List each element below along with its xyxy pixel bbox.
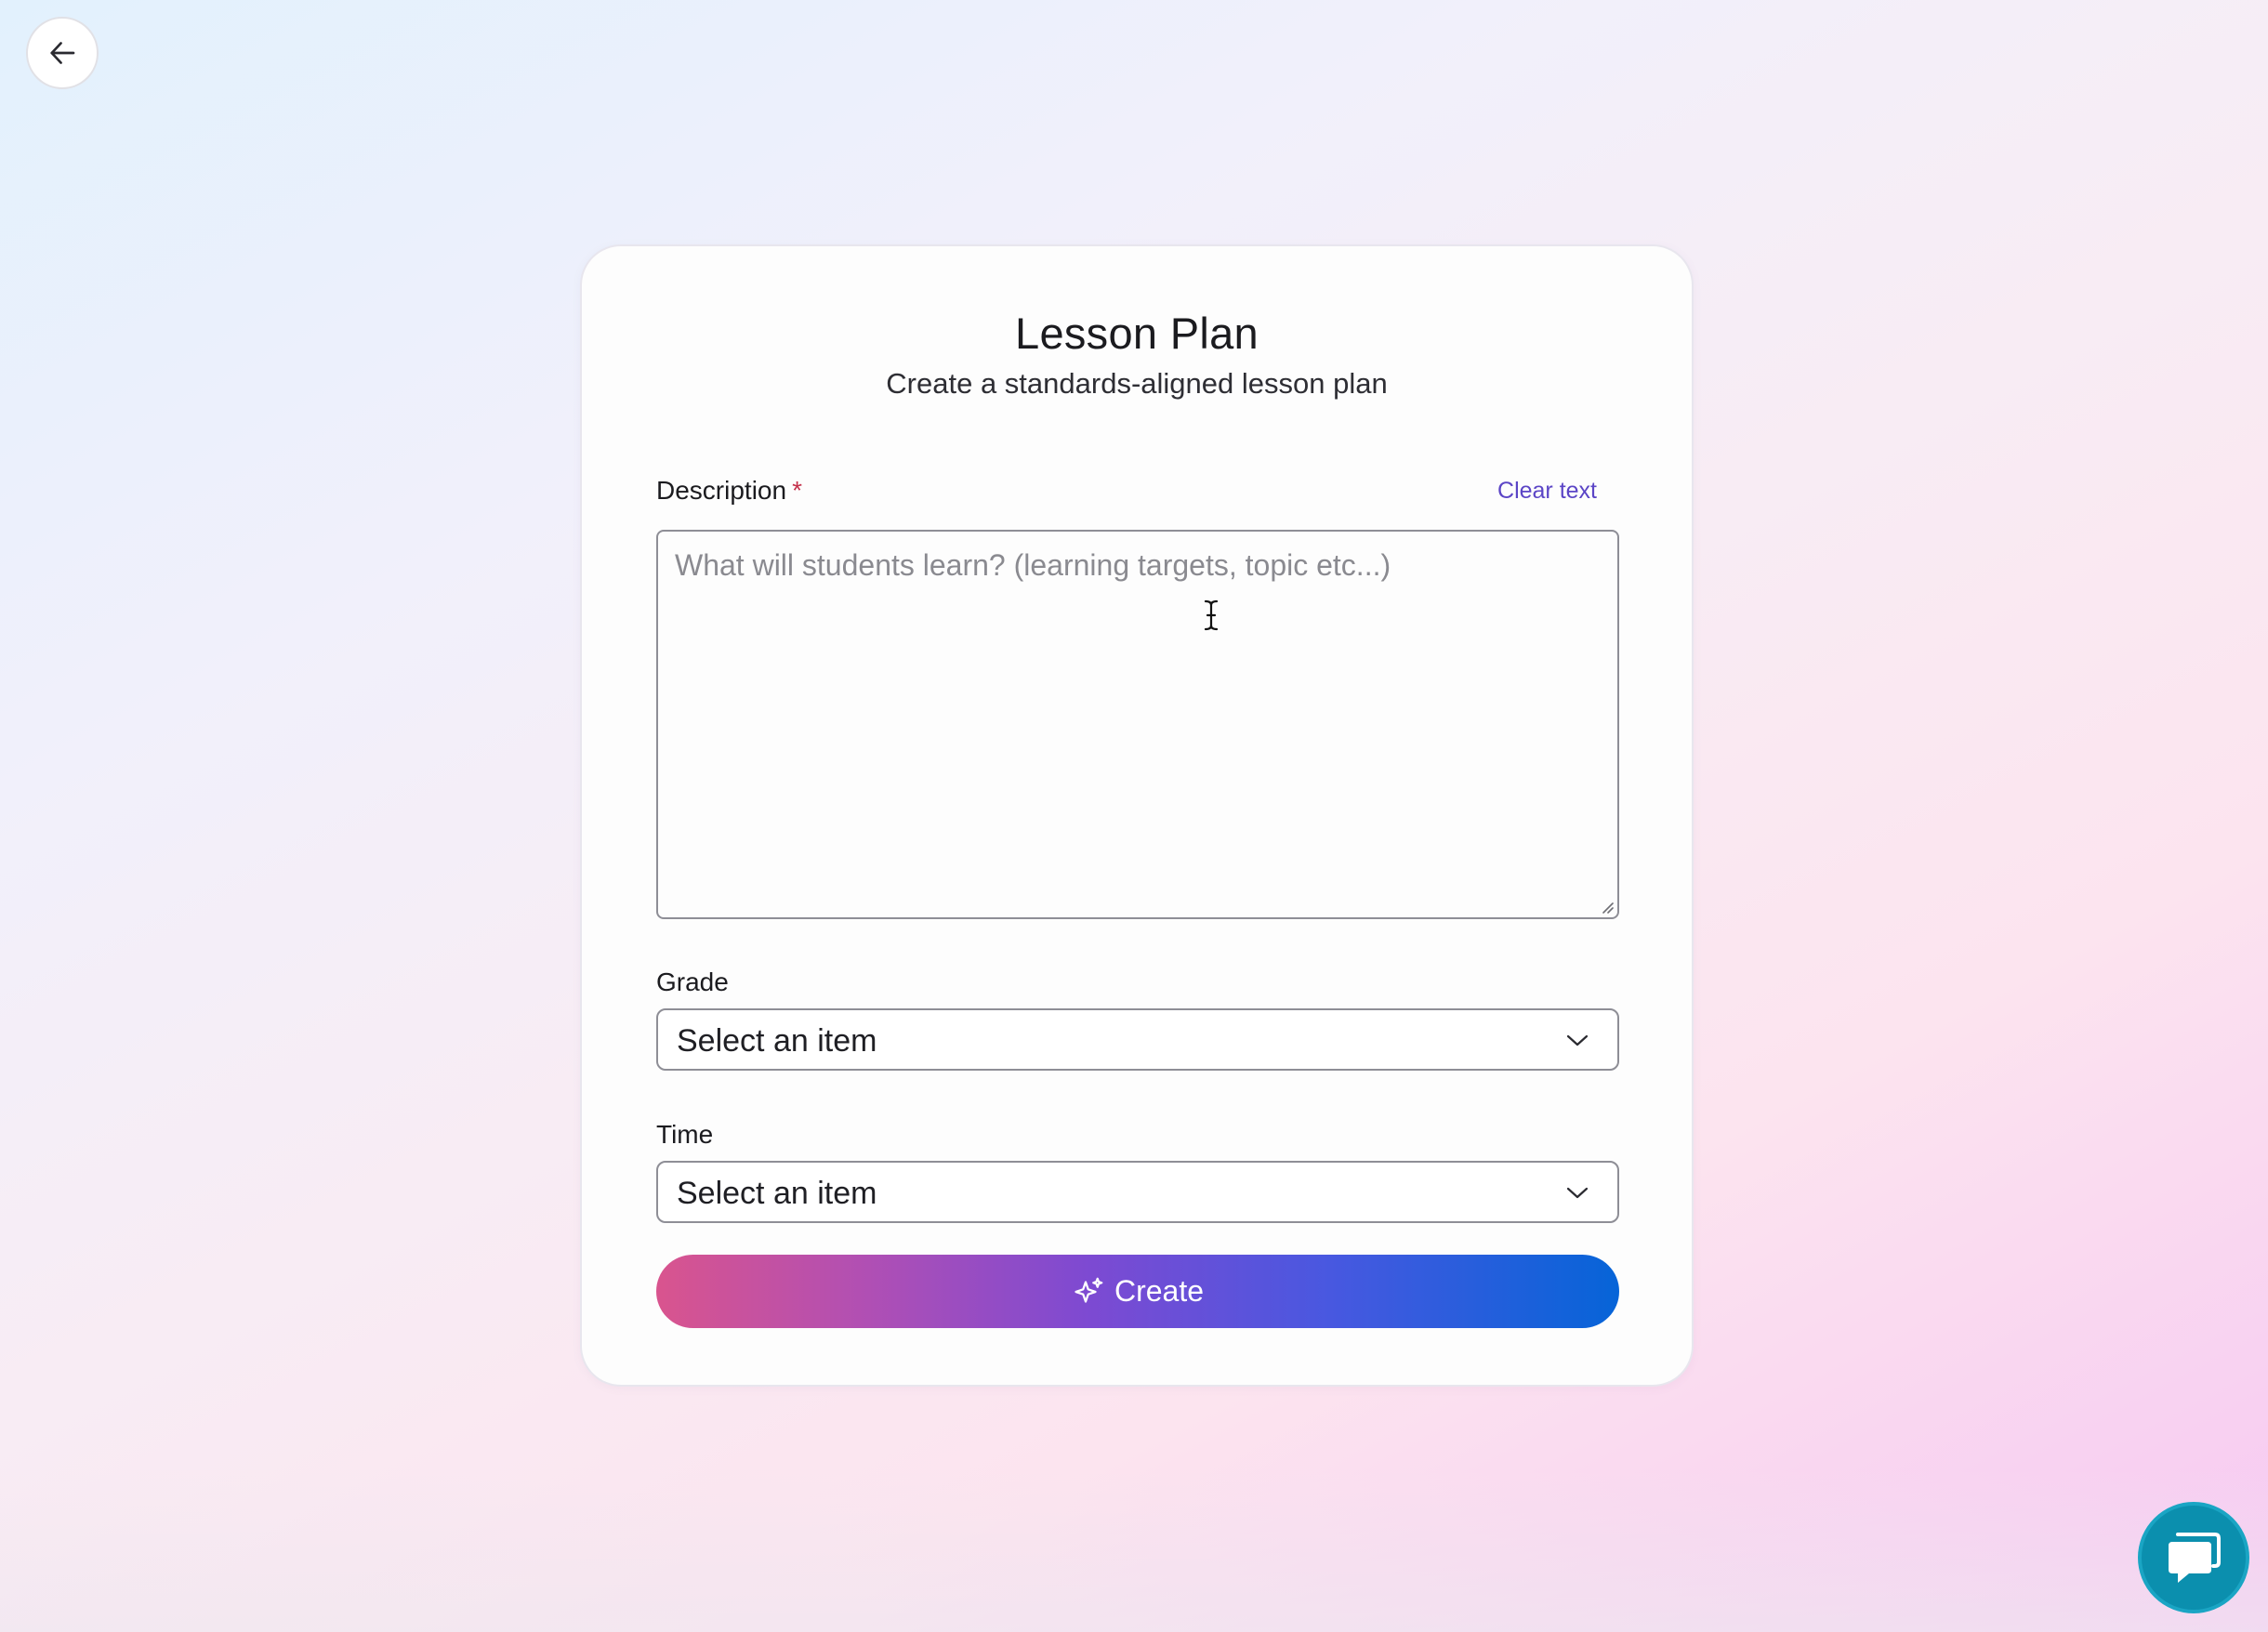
create-button-label: Create: [1114, 1274, 1205, 1308]
grade-label: Grade: [656, 967, 729, 996]
resize-handle-icon[interactable]: [1601, 901, 1614, 914]
arrow-left-icon: [50, 42, 75, 64]
description-textarea[interactable]: What will students learn? (learning targ…: [656, 530, 1619, 919]
sparkle-icon: [1075, 1277, 1103, 1303]
page-subtitle: Create a standards-aligned lesson plan: [886, 367, 1388, 400]
back-button[interactable]: [26, 17, 99, 89]
clear-text-link[interactable]: Clear text: [1497, 478, 1597, 505]
chat-support-button[interactable]: [2138, 1502, 2249, 1613]
chat-bubble-icon: [2169, 1533, 2221, 1583]
grade-select-value: Select an item: [677, 1023, 877, 1059]
chevron-down-icon: [1566, 1187, 1589, 1199]
lesson-plan-card: Lesson Plan Create a standards-aligned l…: [580, 244, 1694, 1387]
time-select-value: Select an item: [677, 1176, 877, 1211]
time-label: Time: [656, 1120, 714, 1149]
required-marker: *: [792, 476, 802, 505]
time-select[interactable]: Select an item: [656, 1161, 1619, 1223]
grade-select[interactable]: Select an item: [656, 1008, 1619, 1071]
text-cursor-icon: [1204, 599, 1219, 631]
description-placeholder: What will students learn? (learning targ…: [675, 548, 1391, 582]
page-title: Lesson Plan: [1015, 309, 1259, 358]
description-label: Description *: [656, 476, 802, 506]
chevron-down-icon: [1566, 1034, 1589, 1046]
description-label-text: Description: [656, 476, 787, 505]
create-button[interactable]: Create: [656, 1255, 1619, 1328]
